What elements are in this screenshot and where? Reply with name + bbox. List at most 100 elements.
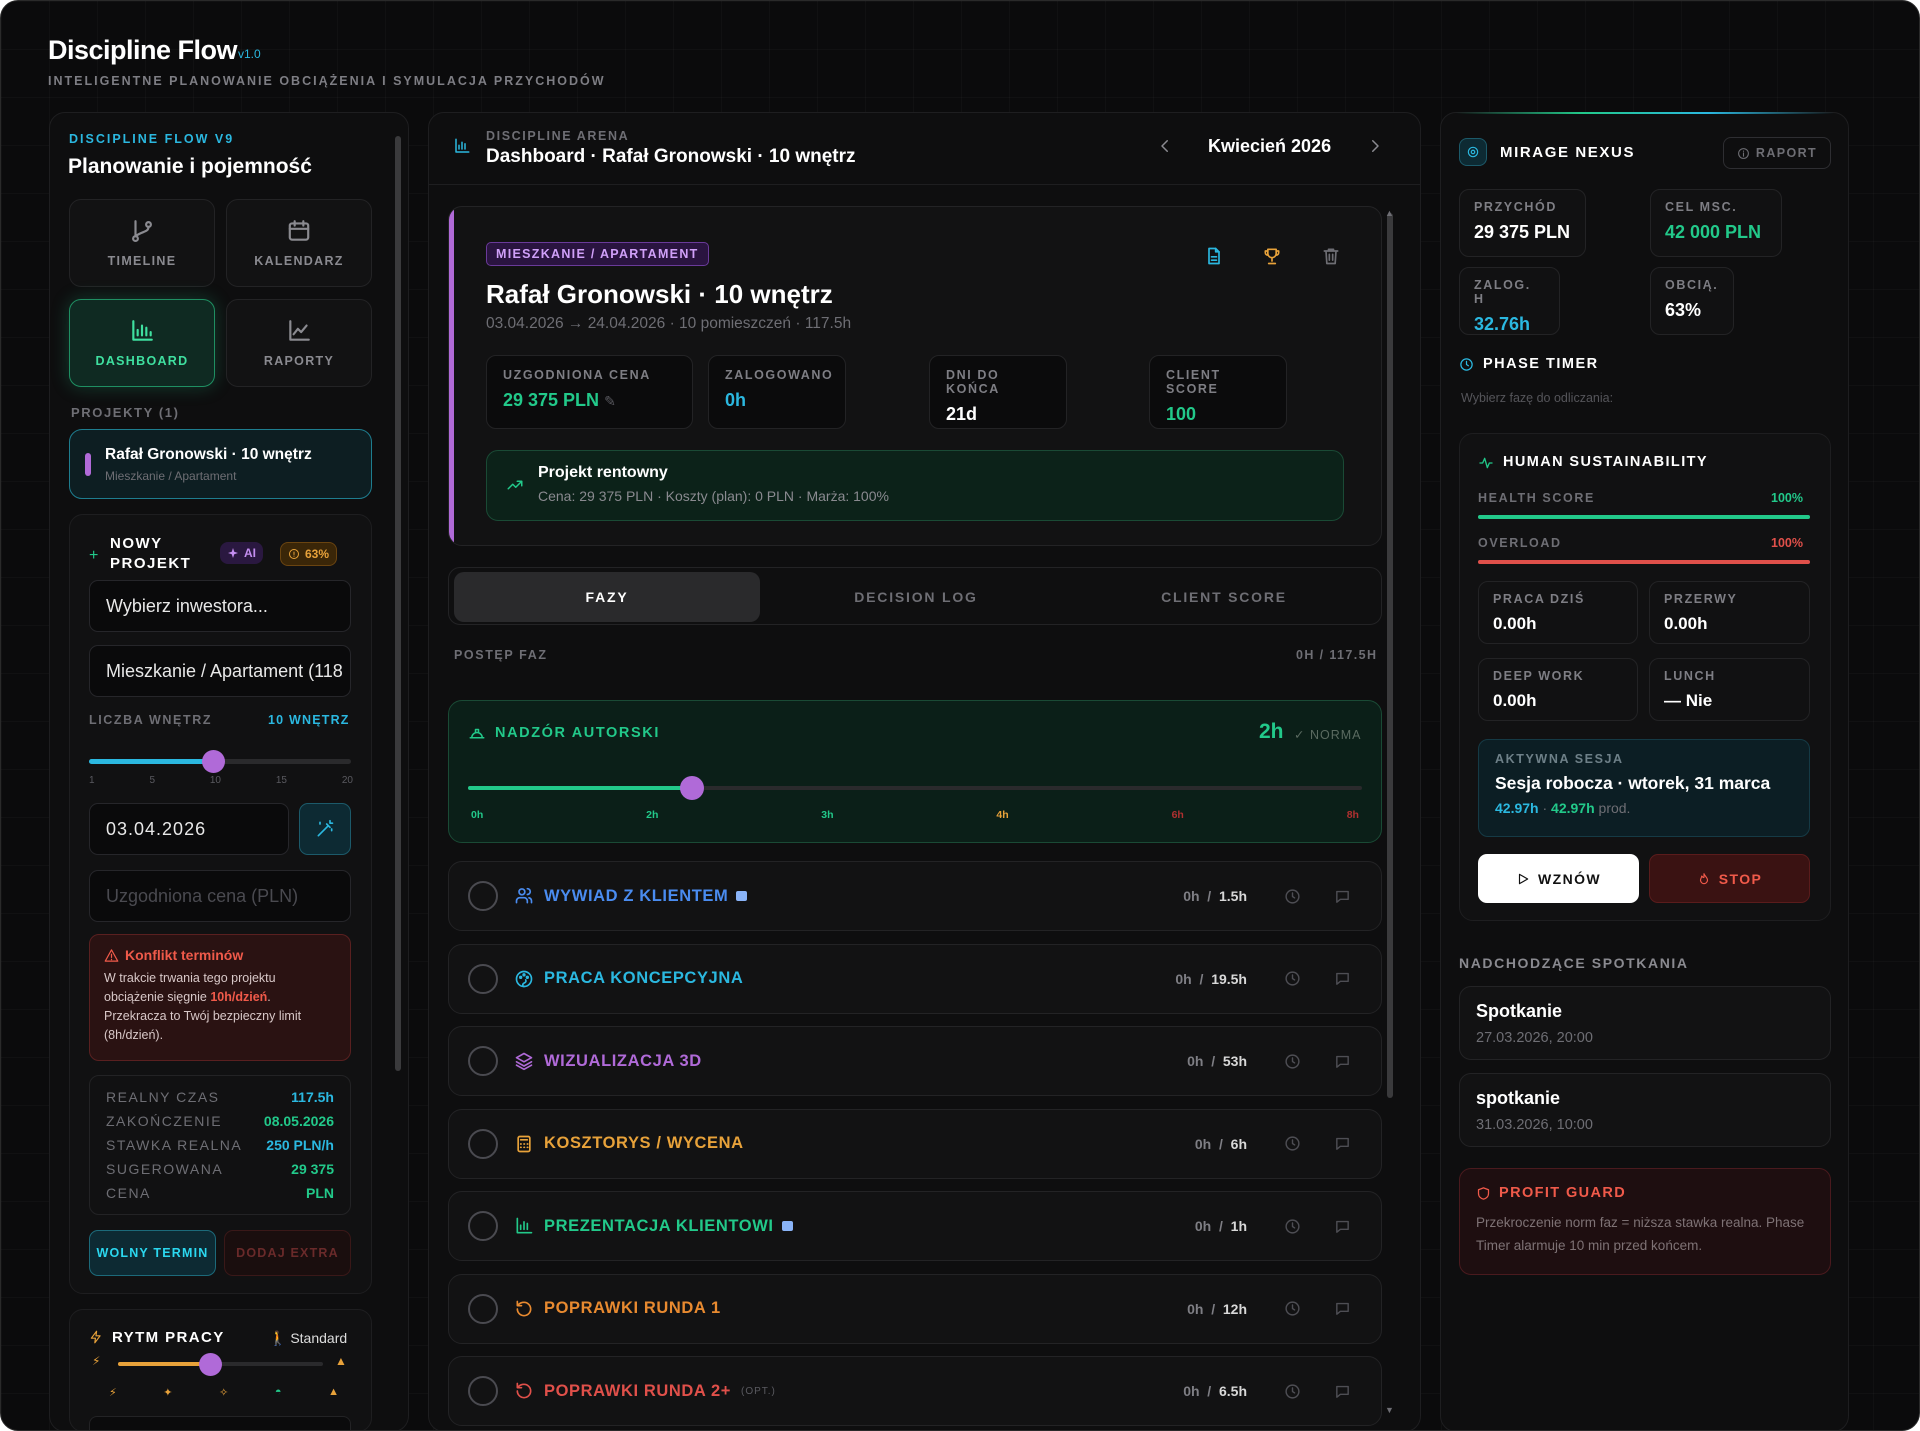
phase-checkbox[interactable]	[468, 1376, 498, 1406]
session-label: AKTYWNA SESJA	[1495, 752, 1624, 766]
refresh-icon	[516, 1382, 532, 1399]
add-extra-button[interactable]: DODAJ EXTRA	[224, 1230, 351, 1276]
lightning-icon	[89, 1329, 103, 1345]
phase-checkbox[interactable]	[468, 1211, 498, 1241]
nav-dashboard-button[interactable]: DASHBOARD	[69, 299, 215, 387]
supervision-slider-thumb[interactable]	[679, 776, 704, 800]
project-item-name: Rafał Gronowski · 10 wnętrz	[105, 446, 312, 463]
project-card-accent	[449, 207, 454, 545]
stat-row: CENA PLN	[106, 1185, 334, 1201]
scroll-down-icon[interactable]: ▼	[1385, 1405, 1394, 1415]
meeting-item[interactable]: spotkanie 31.03.2026, 10:00	[1459, 1073, 1831, 1147]
rooms-value: 10 WNĘTRZ	[268, 713, 350, 727]
left-scrollbar[interactable]	[395, 136, 401, 1071]
stat-value: PLN	[306, 1185, 334, 1201]
walk-icon: ✧	[219, 1387, 229, 1399]
auto-date-button[interactable]	[299, 803, 351, 855]
nav-calendar-button[interactable]: KALENDARZ	[226, 199, 372, 287]
project-type-badge: MIESZKANIE / APARTAMENT	[486, 242, 709, 266]
phase-row[interactable]: PREZENTACJA KLIENTOWI 0h / 1h	[448, 1191, 1382, 1261]
health-score-label: HEALTH SCORE	[1478, 491, 1595, 505]
nav-timeline-label: TIMELINE	[107, 254, 177, 268]
arena-chart-icon	[453, 137, 471, 155]
meeting-item[interactable]: Spotkanie 27.03.2026, 20:00	[1459, 986, 1831, 1060]
start-date-input[interactable]: 03.04.2026	[89, 803, 289, 855]
tab-client-score[interactable]: CLIENT SCORE	[1071, 572, 1377, 622]
edit-icon[interactable]: ✎	[604, 393, 616, 409]
project-title: Rafał Gronowski · 10 wnętrz	[486, 279, 833, 309]
alert-circle-icon	[289, 549, 299, 559]
project-meta: 03.04.2026 → 24.04.2026 · 10 pomieszczeń…	[486, 315, 852, 332]
timer-icon[interactable]	[1284, 1053, 1301, 1070]
timer-icon[interactable]	[1284, 1383, 1301, 1400]
stop-button[interactable]: STOP	[1649, 854, 1810, 903]
rhythm-title: RYTM PRACY	[112, 1329, 225, 1346]
phase-row[interactable]: KOSZTORYS / WYCENA 0h / 6h	[448, 1108, 1382, 1179]
comment-icon[interactable]	[1334, 970, 1351, 987]
app-subtitle: INTELIGENTNE PLANOWANIE OBCIĄŻENIA I SYM…	[48, 74, 606, 88]
month-prev-button[interactable]	[1156, 137, 1174, 155]
phase-checkbox[interactable]	[468, 1128, 498, 1159]
sparkle-icon	[228, 548, 238, 558]
document-icon[interactable]	[1204, 246, 1224, 266]
phase-hours: 0h / 12h	[1187, 1300, 1247, 1317]
price-input[interactable]: Uzgodniona cena (PLN)	[89, 870, 351, 922]
profit-guard-title-row: PROFIT GUARD	[1476, 1185, 1814, 1201]
trash-icon[interactable]	[1321, 246, 1341, 266]
stat-label: ZAKOŃCZENIE	[106, 1113, 223, 1129]
free-slot-button[interactable]: WOLNY TERMIN	[89, 1230, 216, 1276]
nav-reports-button[interactable]: RAPORTY	[226, 299, 372, 387]
phase-name: POPRAWKI RUNDA 2+	[544, 1381, 731, 1400]
phase-checkbox[interactable]	[468, 1046, 498, 1076]
comment-icon[interactable]	[1334, 1218, 1351, 1235]
session-title: Sesja robocza · wtorek, 31 marca	[1495, 773, 1771, 793]
report-button[interactable]: RAPORT	[1723, 137, 1831, 169]
profit-guard: PROFIT GUARD Przekroczenie norm faz = ni…	[1459, 1168, 1831, 1275]
resume-button[interactable]: WZNÓW	[1478, 854, 1639, 903]
phase-checkbox[interactable]	[468, 881, 498, 911]
phase-row[interactable]: WYWIAD Z KLIENTEM 0h / 1.5h	[448, 861, 1382, 931]
supervision-tick: 3h	[821, 809, 834, 821]
center-scrollbar[interactable]	[1387, 213, 1393, 1098]
phase-timer-hint: Wybierz fazę do odliczania:	[1461, 391, 1614, 405]
phase-row[interactable]: WIZUALIZACJA 3D 0h / 53h	[448, 1026, 1382, 1096]
supervision-slider-track[interactable]	[468, 786, 1362, 790]
phase-row[interactable]: POPRAWKI RUNDA 1 0h / 12h	[448, 1273, 1382, 1344]
rhythm-mode[interactable]: 🚶 Standard	[269, 1330, 347, 1347]
sustainability-title: HUMAN SUSTAINABILITY	[1503, 454, 1708, 470]
rooms-slider-thumb[interactable]	[202, 750, 226, 773]
trophy-icon[interactable]	[1262, 246, 1282, 266]
comment-icon[interactable]	[1334, 888, 1351, 905]
timer-icon[interactable]	[1284, 1135, 1301, 1152]
health-score-value: 100%	[1771, 491, 1803, 505]
comment-icon[interactable]	[1334, 1383, 1351, 1400]
project-type-select[interactable]: Mieszkanie / Apartament (118	[89, 645, 351, 697]
conflict-title-row: Konflikt terminów	[104, 947, 336, 963]
chart-icon	[516, 1217, 533, 1234]
comment-icon[interactable]	[1334, 1300, 1351, 1317]
tab-phases[interactable]: FAZY	[454, 572, 760, 622]
timer-icon[interactable]	[1284, 1300, 1301, 1317]
line-chart-icon	[289, 320, 310, 341]
timer-icon[interactable]	[1284, 970, 1301, 987]
timer-icon[interactable]	[1284, 1218, 1301, 1235]
project-list-item[interactable]: Rafał Gronowski · 10 wnętrz Mieszkanie /…	[69, 429, 372, 499]
phase-row[interactable]: PRACA KONCEPCYJNA 0h / 19.5h	[448, 943, 1382, 1014]
palette-icon	[515, 970, 533, 987]
rhythm-input[interactable]	[89, 1416, 351, 1430]
comment-icon[interactable]	[1334, 1135, 1351, 1152]
rooms-slider-ticks: 1 5 10 15 20	[89, 775, 353, 786]
lunch: LUNCH — Nie	[1649, 658, 1810, 721]
nav-timeline-button[interactable]: TIMELINE	[69, 199, 215, 287]
phase-hours: 0h / 1h	[1194, 1218, 1247, 1234]
phase-checkbox[interactable]	[468, 1293, 498, 1324]
comment-icon[interactable]	[1334, 1053, 1351, 1070]
month-next-button[interactable]	[1366, 137, 1384, 155]
phase-checkbox[interactable]	[468, 963, 498, 994]
investor-select[interactable]: Wybierz inwestora...	[89, 580, 351, 632]
tab-decision-log[interactable]: DECISION LOG	[763, 572, 1069, 622]
phase-row[interactable]: POPRAWKI RUNDA 2+ (OPT.) 0h / 6.5h	[448, 1356, 1382, 1426]
scroll-up-icon[interactable]: ▲	[1385, 208, 1394, 218]
timer-icon[interactable]	[1284, 888, 1301, 905]
bar-chart-icon	[132, 320, 153, 341]
